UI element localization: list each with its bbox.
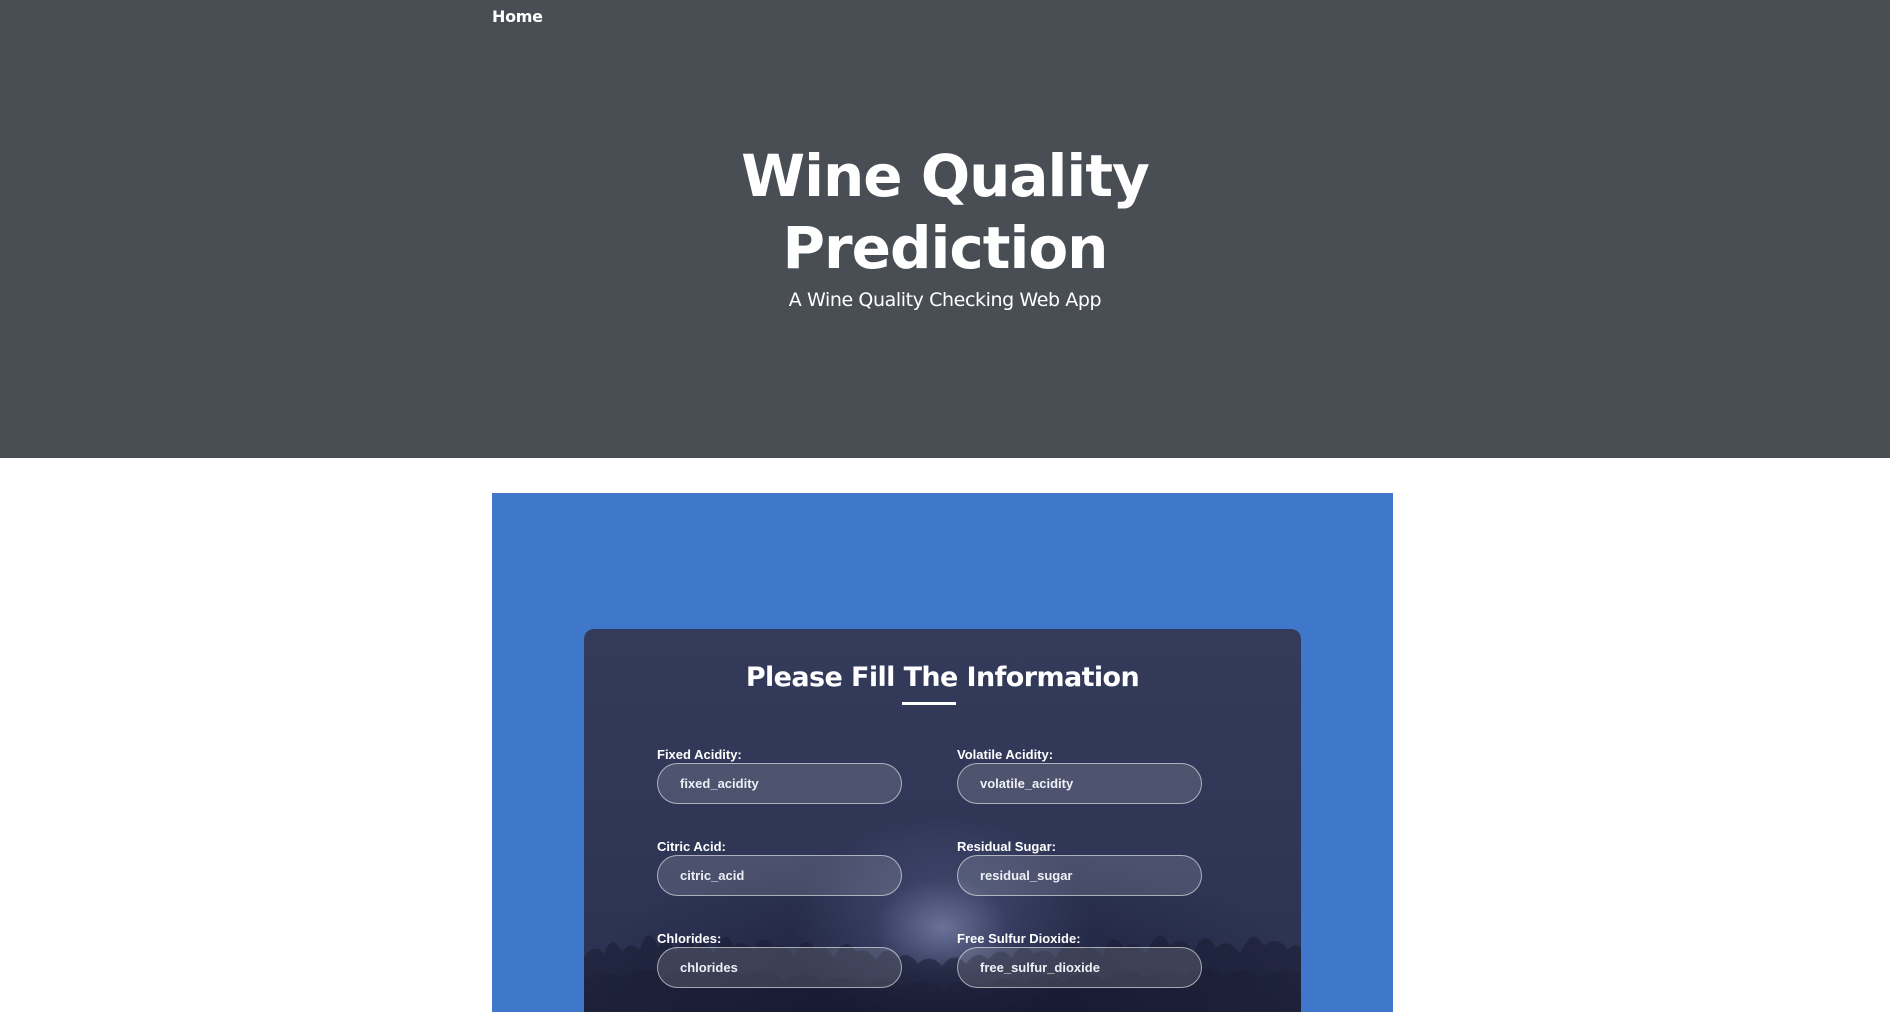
residual-sugar-input[interactable]	[957, 855, 1202, 896]
page-title-line-2: Prediction	[782, 214, 1109, 282]
form-title: Please Fill The Information	[745, 662, 1140, 693]
residual-sugar-label: Residual Sugar:	[957, 839, 1056, 854]
hero-header: Home Wine Quality Prediction A Wine Qual…	[0, 0, 1890, 458]
page-title: Wine Quality Prediction	[645, 140, 1245, 284]
field-chlorides: Chlorides:	[657, 931, 902, 988]
field-fixed-acidity: Fixed Acidity:	[657, 747, 902, 804]
citric-acid-input[interactable]	[657, 855, 902, 896]
field-citric-acid: Citric Acid:	[657, 839, 902, 896]
field-free-sulfur-dioxide: Free Sulfur Dioxide:	[957, 931, 1202, 988]
free-sulfur-dioxide-input[interactable]	[957, 947, 1202, 988]
free-sulfur-dioxide-label: Free Sulfur Dioxide:	[957, 931, 1081, 946]
page-subtitle: A Wine Quality Checking Web App	[788, 289, 1102, 311]
field-volatile-acidity: Volatile Acidity:	[957, 747, 1202, 804]
fixed-acidity-label: Fixed Acidity:	[657, 747, 742, 762]
prediction-form-card: Please Fill The Information Fixed Acidit…	[584, 629, 1301, 1012]
volatile-acidity-input[interactable]	[957, 763, 1202, 804]
volatile-acidity-label: Volatile Acidity:	[957, 747, 1054, 762]
page-title-line-1: Wine Quality	[741, 142, 1150, 210]
citric-acid-label: Citric Acid:	[657, 839, 726, 854]
nav-home-link[interactable]: Home	[492, 7, 543, 26]
fixed-acidity-input[interactable]	[657, 763, 902, 804]
form-title-underline	[902, 702, 956, 705]
chlorides-input[interactable]	[657, 947, 902, 988]
field-residual-sugar: Residual Sugar:	[957, 839, 1202, 896]
chlorides-label: Chlorides:	[657, 931, 722, 946]
